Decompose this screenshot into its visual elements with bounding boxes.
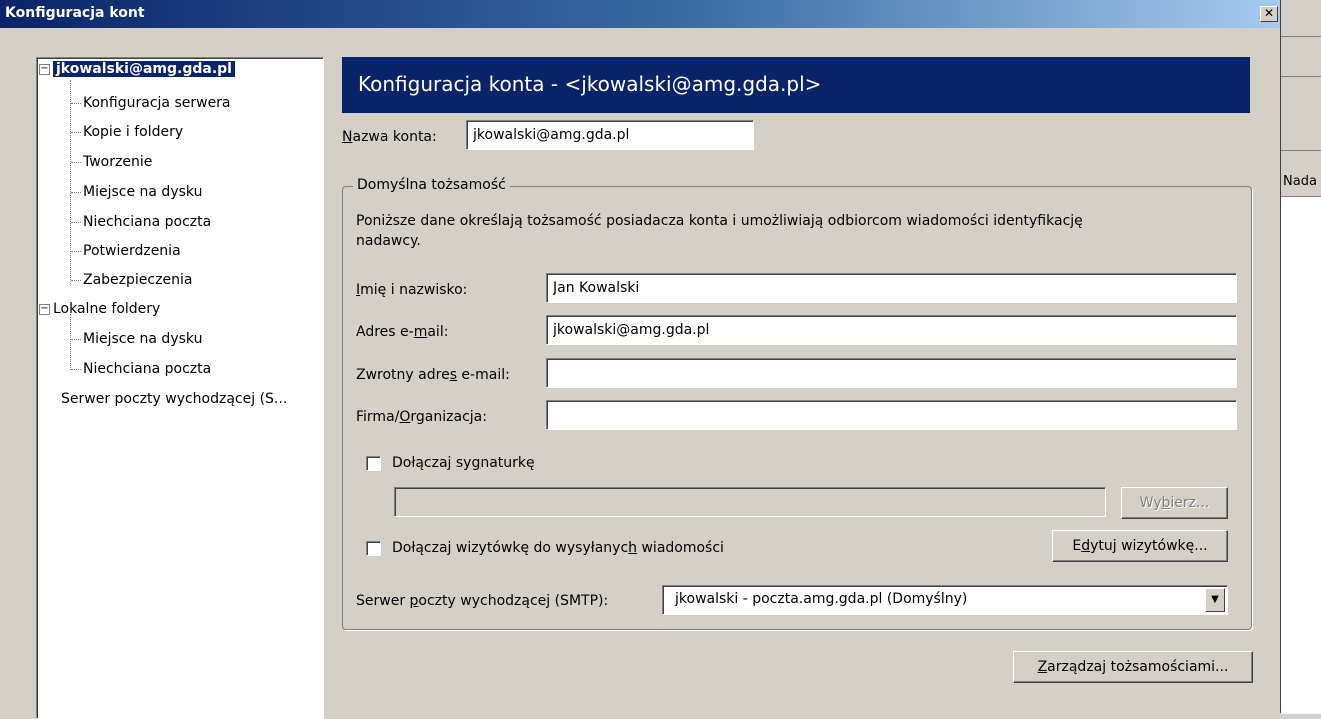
attach-vcard-label: Dołączaj wizytówkę do wysyłanych wiadomo…	[392, 540, 724, 556]
close-button[interactable]: ✕	[1260, 6, 1278, 22]
collapse-icon[interactable]: −	[39, 64, 50, 75]
page-header: Konfiguracja konta - <jkowalski@amg.gda.…	[342, 57, 1250, 113]
account-settings-dialog: Konfiguracja kont ✕ − jkowalski@amg.gda.…	[0, 0, 1281, 719]
background-column-header: Nada	[1283, 174, 1317, 189]
background-list	[1281, 196, 1321, 714]
manage-identities-button[interactable]: Zarządzaj tożsamościami...	[1013, 651, 1253, 683]
tree-item-composition[interactable]: Tworzenie	[83, 151, 152, 173]
dropdown-arrow-icon[interactable]: ▼	[1205, 588, 1225, 612]
tree-item-disk-space[interactable]: Miejsce na dysku	[83, 181, 202, 203]
background-window: Nada	[1280, 0, 1321, 714]
smtp-server-label: Serwer poczty wychodzącej (SMTP):	[356, 593, 609, 609]
full-name-label: Imię i nazwisko:	[356, 282, 468, 298]
attach-vcard-checkbox[interactable]	[366, 541, 381, 556]
choose-signature-button[interactable]: Wybierz...	[1121, 487, 1228, 519]
tree-item-local-junk-mail[interactable]: Niechciana poczta	[83, 358, 211, 380]
title-bar[interactable]: Konfiguracja kont ✕	[0, 0, 1280, 28]
reply-to-label: Zwrotny adres e-mail:	[356, 367, 510, 383]
page-title: Konfiguracja konta - <jkowalski@amg.gda.…	[358, 72, 822, 96]
window-title: Konfiguracja kont	[5, 5, 145, 21]
close-icon: ✕	[1263, 6, 1275, 20]
tree-connector	[70, 80, 71, 284]
tree-item-security[interactable]: Zabezpieczenia	[83, 269, 192, 291]
identity-description: Poniższe dane określają tożsamość posiad…	[356, 213, 1083, 229]
account-name-label: Nazwa konta:	[342, 129, 437, 145]
background-divider	[1281, 36, 1321, 37]
signature-path-input[interactable]	[394, 487, 1106, 517]
tree-item-outgoing-server[interactable]: Serwer poczty wychodzącej (S...	[61, 388, 287, 410]
tree-item-local-folders[interactable]: Lokalne foldery	[53, 298, 160, 320]
identity-description-cont: nadawcy.	[356, 233, 421, 249]
organization-label: Firma/Organizacja:	[356, 409, 487, 425]
tree-item-junk-mail[interactable]: Niechciana poczta	[83, 211, 211, 233]
email-input[interactable]	[546, 315, 1237, 345]
tree-item-local-disk-space[interactable]: Miejsce na dysku	[83, 328, 202, 350]
attach-signature-label: Dołączaj sygnaturkę	[392, 455, 535, 471]
tree-item-account[interactable]: jkowalski@amg.gda.pl	[53, 58, 235, 80]
smtp-server-select[interactable]: jkowalski - poczta.amg.gda.pl (Domyślny)…	[662, 585, 1228, 615]
tree-item-server-settings[interactable]: Konfiguracja serwera	[83, 92, 231, 114]
edit-vcard-button[interactable]: Edytuj wizytówkę...	[1052, 530, 1228, 562]
tree-item-label: jkowalski@amg.gda.pl	[53, 61, 235, 77]
email-label: Adres e-mail:	[356, 324, 449, 340]
reply-to-input[interactable]	[546, 358, 1237, 388]
tree-item-copies-folders[interactable]: Kopie i foldery	[83, 121, 183, 143]
tree-connector	[70, 314, 71, 370]
full-name-input[interactable]	[546, 273, 1237, 303]
account-tree[interactable]: − jkowalski@amg.gda.pl Konfiguracja serw…	[36, 57, 324, 719]
tree-item-receipts[interactable]: Potwierdzenia	[83, 240, 181, 262]
smtp-server-value: jkowalski - poczta.amg.gda.pl (Domyślny)	[675, 591, 968, 607]
account-name-input[interactable]	[466, 120, 754, 150]
background-divider	[1281, 76, 1321, 77]
collapse-icon[interactable]: −	[39, 304, 50, 315]
group-title: Domyślna tożsamość	[353, 177, 510, 193]
attach-signature-checkbox[interactable]	[366, 456, 381, 471]
background-divider	[1281, 150, 1321, 151]
organization-input[interactable]	[546, 400, 1237, 430]
